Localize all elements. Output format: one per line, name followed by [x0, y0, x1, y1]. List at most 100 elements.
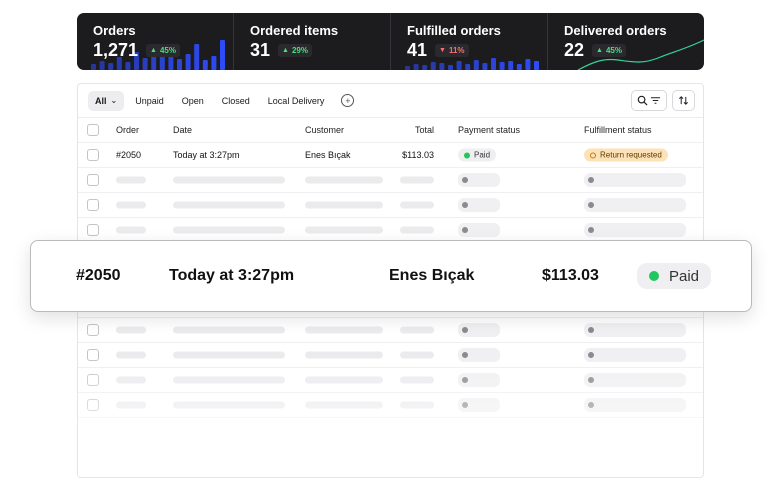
placeholder-row: [78, 343, 703, 368]
skeleton-bar: [116, 201, 146, 209]
filter-lines-icon: [650, 97, 661, 104]
skeleton-bar: [116, 351, 146, 359]
sparkline-bar: [413, 64, 419, 70]
stat-value: 1,271: [93, 40, 139, 60]
row-checkbox[interactable]: [87, 224, 99, 236]
skeleton-pill: [584, 398, 686, 412]
row-checkbox[interactable]: [87, 324, 99, 336]
stat-value: 22: [564, 40, 585, 60]
sparkline-bar: [473, 60, 479, 70]
metrics-strip: Orders 1,271 ▲ 45% Ordered items 31 ▲ 29% …: [77, 13, 704, 70]
order-total: $113.03: [402, 150, 434, 160]
arrow-up-icon: ▲: [596, 47, 603, 54]
payment-status-label: Paid: [474, 150, 491, 160]
skeleton-bar: [400, 376, 434, 384]
stat-card-orders[interactable]: Orders 1,271 ▲ 45%: [77, 13, 234, 70]
stat-card-fulfilled-orders[interactable]: Fulfilled orders 41 ▼ 11%: [391, 13, 548, 70]
filter-label: Unpaid: [135, 95, 164, 106]
skeleton-bar: [400, 201, 434, 209]
sparkline-bar: [405, 66, 410, 70]
sparkline-bar: [448, 65, 453, 70]
placeholder-row: [78, 168, 703, 193]
filter-tab-unpaid[interactable]: Unpaid: [128, 91, 171, 111]
skeleton-pill: [458, 198, 500, 212]
filter-tab-all[interactable]: All ⌄: [88, 90, 125, 111]
skeleton-bar: [305, 376, 383, 384]
arrow-up-icon: ▲: [282, 47, 289, 54]
skeleton-bar: [173, 326, 285, 334]
skeleton-bar: [305, 201, 383, 209]
skeleton-bar: [173, 376, 285, 384]
stat-title: Ordered items: [250, 23, 339, 38]
row-checkbox[interactable]: [87, 199, 99, 211]
skeleton-bar: [305, 226, 383, 234]
sparkline-bar: [439, 63, 445, 70]
skeleton-pill: [584, 198, 686, 212]
filter-tab-open[interactable]: Open: [175, 91, 211, 111]
row-checkbox[interactable]: [87, 174, 99, 186]
column-date[interactable]: Date: [173, 125, 192, 135]
skeleton-bar: [400, 351, 434, 359]
trend-badge: ▼ 11%: [435, 44, 469, 57]
sparkline-bar: [508, 61, 514, 70]
column-customer[interactable]: Customer: [305, 125, 344, 135]
row-checkbox[interactable]: [87, 374, 99, 386]
skeleton-bar: [116, 326, 146, 334]
column-order[interactable]: Order: [116, 125, 139, 135]
filter-label: Open: [181, 95, 204, 106]
column-payment-status[interactable]: Payment status: [458, 125, 520, 135]
row-checkbox[interactable]: [87, 399, 99, 411]
filter-tab-closed[interactable]: Closed: [215, 91, 257, 111]
payment-status-badge: Paid: [637, 263, 712, 289]
skeleton-bar: [116, 376, 146, 384]
placeholder-row: [78, 318, 703, 343]
stat-card-delivered-orders[interactable]: Delivered orders 22 ▲ 45%: [548, 13, 704, 70]
sparkline-bar: [516, 64, 522, 70]
stat-title: Fulfilled orders: [407, 23, 501, 38]
trend-value: 11%: [448, 46, 465, 55]
column-fulfillment-status[interactable]: Fulfillment status: [584, 125, 652, 135]
stat-card-ordered-items[interactable]: Ordered items 31 ▲ 29%: [234, 13, 391, 70]
filter-tab-local-delivery[interactable]: Local Delivery: [261, 91, 332, 111]
trend-badge: ▲ 29%: [278, 44, 312, 57]
sparkline-bar: [482, 63, 488, 70]
column-total[interactable]: Total: [399, 125, 434, 135]
skeleton-bar: [400, 401, 434, 409]
skeleton-bar: [173, 226, 285, 234]
order-number: #2050: [76, 267, 121, 284]
filter-toolbar: All ⌄ Unpaid Open Closed Local Delivery +: [78, 84, 703, 118]
sparkline-bar: [534, 61, 539, 70]
trend-badge: ▲ 45%: [592, 44, 626, 57]
skeleton-pill: [458, 173, 500, 187]
plus-circle-icon[interactable]: +: [341, 94, 355, 107]
row-checkbox[interactable]: [87, 349, 99, 361]
sparkline-bar: [202, 60, 208, 70]
stat-title: Delivered orders: [564, 23, 667, 38]
order-date: Today at 3:27pm: [173, 150, 240, 160]
sparkline-bar: [465, 64, 471, 70]
sparkline-bar: [125, 62, 131, 70]
arrow-down-icon: ▼: [439, 47, 446, 54]
sparkline-bar: [108, 63, 114, 70]
select-all-checkbox[interactable]: [87, 124, 99, 136]
order-number: #2050: [116, 150, 142, 160]
skeleton-bar: [400, 176, 434, 184]
status-dot-icon: [464, 152, 470, 158]
skeleton-pill: [458, 398, 500, 412]
table-row[interactable]: #2050 Today at 3:27pm Enes Bıçak $113.03…: [78, 143, 703, 168]
sparkline-bar: [422, 65, 428, 70]
row-checkbox[interactable]: [87, 149, 99, 161]
skeleton-bar: [305, 176, 383, 184]
search-icon: [637, 95, 648, 106]
skeleton-bar: [400, 326, 434, 334]
skeleton-bar: [173, 401, 285, 409]
filter-label: Local Delivery: [267, 95, 325, 106]
sort-button[interactable]: [672, 90, 695, 111]
placeholder-row: [78, 368, 703, 393]
trend-value: 45%: [605, 46, 622, 55]
payment-status-label: Paid: [669, 267, 700, 285]
highlighted-order-row[interactable]: #2050 Today at 3:27pm Enes Bıçak $113.03…: [30, 240, 752, 312]
payment-status-badge: Paid: [458, 148, 497, 162]
search-filter-button[interactable]: [631, 90, 667, 111]
skeleton-bar: [116, 401, 146, 409]
